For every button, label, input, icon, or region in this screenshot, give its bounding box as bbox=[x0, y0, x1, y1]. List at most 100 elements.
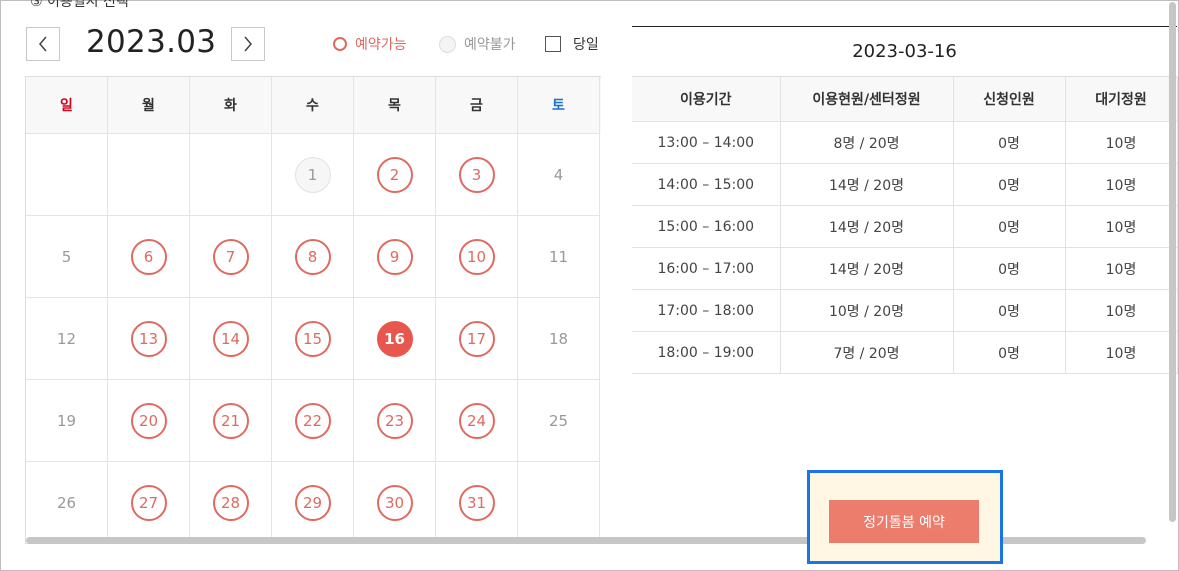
calendar-day[interactable]: 9 bbox=[376, 238, 413, 275]
calendar-day[interactable]: 10 bbox=[458, 238, 495, 275]
calendar-cell: 31 bbox=[436, 462, 518, 544]
weekday-sun: 일 bbox=[26, 77, 108, 134]
calendar-day[interactable]: 28 bbox=[212, 484, 249, 521]
calendar-day[interactable]: 15 bbox=[294, 320, 331, 357]
table-row: 17:00 – 18:00 10명 / 20명 0명 10명 bbox=[632, 289, 1178, 332]
calendar-day[interactable]: 21 bbox=[212, 402, 249, 439]
calendar-cell bbox=[518, 462, 600, 544]
cell-waitlist: 10명 bbox=[1064, 247, 1178, 290]
cell-applicants: 0명 bbox=[952, 247, 1066, 290]
calendar-day[interactable]: 8 bbox=[294, 238, 331, 275]
calendar-day[interactable]: 7 bbox=[212, 238, 249, 275]
schedule-panel: 2023-03-16 이용기간 이용현원/센터정원 신청인원 대기정원 13:0… bbox=[632, 26, 1178, 374]
calendar-cell: 16 bbox=[354, 298, 436, 380]
calendar-cell: 13 bbox=[108, 298, 190, 380]
calendar-day: 12 bbox=[56, 329, 77, 348]
legend-unavailable-label: 예약불가 bbox=[464, 37, 516, 53]
calendar-grid: 일 월 화 수 목 금 토 1 2 3 4 5 6 7 8 9 10 11 12 13 14 15 16 17 1… bbox=[25, 76, 601, 544]
today-square-icon bbox=[545, 36, 561, 52]
cell-occupancy: 8명 / 20명 bbox=[779, 121, 954, 164]
legend-available: 예약가능 bbox=[333, 34, 407, 54]
vertical-scrollbar[interactable] bbox=[1169, 2, 1176, 522]
calendar-day[interactable]: 31 bbox=[458, 484, 495, 521]
calendar-week: 12 13 14 15 16 17 18 bbox=[26, 298, 601, 380]
calendar-day[interactable]: 13 bbox=[130, 320, 167, 357]
calendar-day[interactable]: 6 bbox=[130, 238, 167, 275]
calendar-week: 19 20 21 22 23 24 25 bbox=[26, 380, 601, 462]
table-row: 15:00 – 16:00 14명 / 20명 0명 10명 bbox=[632, 205, 1178, 248]
calendar-day[interactable]: 20 bbox=[130, 402, 167, 439]
calendar-cell: 7 bbox=[190, 216, 272, 298]
legend-unavailable: 예약불가 bbox=[439, 34, 516, 54]
calendar-day: 11 bbox=[548, 247, 569, 266]
cell-occupancy: 14명 / 20명 bbox=[779, 205, 954, 248]
calendar-day[interactable]: 14 bbox=[212, 320, 249, 357]
calendar-cell: 11 bbox=[518, 216, 600, 298]
calendar-week: 26 27 28 29 30 31 bbox=[26, 462, 601, 544]
table-header-row: 이용기간 이용현원/센터정원 신청인원 대기정원 bbox=[632, 77, 1178, 122]
reserve-button[interactable]: 정기돌봄 예약 bbox=[829, 500, 979, 543]
calendar-day[interactable]: 24 bbox=[458, 402, 495, 439]
calendar-week: 5 6 7 8 9 10 11 bbox=[26, 216, 601, 298]
cell-occupancy: 7명 / 20명 bbox=[779, 331, 954, 374]
cell-occupancy: 14명 / 20명 bbox=[779, 247, 954, 290]
calendar-day[interactable]: 17 bbox=[458, 320, 495, 357]
calendar-day[interactable]: 29 bbox=[294, 484, 331, 521]
weekday-sat: 토 bbox=[518, 77, 600, 134]
calendar-cell: 15 bbox=[272, 298, 354, 380]
calendar-day[interactable]: 27 bbox=[130, 484, 167, 521]
calendar-cell: 26 bbox=[26, 462, 108, 544]
weekday-thu: 목 bbox=[354, 77, 436, 134]
cell-period: 14:00 – 15:00 bbox=[632, 163, 781, 206]
chevron-left-icon bbox=[39, 36, 47, 52]
calendar-day: 5 bbox=[61, 247, 72, 266]
available-circle-icon bbox=[333, 37, 347, 51]
calendar-cell bbox=[190, 134, 272, 216]
calendar-day: 18 bbox=[548, 329, 569, 348]
calendar-cell: 20 bbox=[108, 380, 190, 462]
calendar-cell: 29 bbox=[272, 462, 354, 544]
calendar-day[interactable]: 2 bbox=[376, 156, 413, 193]
calendar-cell: 21 bbox=[190, 380, 272, 462]
table-row: 14:00 – 15:00 14명 / 20명 0명 10명 bbox=[632, 163, 1178, 206]
schedule-rows: 13:00 – 14:00 8명 / 20명 0명 10명 14:00 – 15:00 1… bbox=[632, 121, 1178, 374]
calendar-cell: 3 bbox=[436, 134, 518, 216]
calendar-cell: 4 bbox=[518, 134, 600, 216]
weekday-tue: 화 bbox=[190, 77, 272, 134]
calendar-cell: 25 bbox=[518, 380, 600, 462]
chevron-right-icon bbox=[244, 36, 252, 52]
next-month-button[interactable] bbox=[231, 27, 265, 61]
calendar-cell: 8 bbox=[272, 216, 354, 298]
section-heading: ③ 이용일시 선택 bbox=[30, 0, 129, 10]
col-waitlist: 대기정원 bbox=[1064, 77, 1178, 122]
cell-period: 17:00 – 18:00 bbox=[632, 289, 781, 332]
prev-month-button[interactable] bbox=[26, 27, 60, 61]
cell-waitlist: 10명 bbox=[1064, 331, 1178, 374]
calendar-cell: 23 bbox=[354, 380, 436, 462]
calendar-day[interactable]: 3 bbox=[458, 156, 495, 193]
col-occupancy: 이용현원/센터정원 bbox=[779, 77, 954, 122]
cell-applicants: 0명 bbox=[952, 205, 1066, 248]
cell-period: 16:00 – 17:00 bbox=[632, 247, 781, 290]
selected-date: 2023-03-16 bbox=[632, 27, 1177, 77]
calendar-day: 4 bbox=[553, 165, 564, 184]
calendar-day: 25 bbox=[548, 411, 569, 430]
calendar-cell: 22 bbox=[272, 380, 354, 462]
calendar-day: 19 bbox=[56, 411, 77, 430]
cell-applicants: 0명 bbox=[952, 163, 1066, 206]
unavailable-circle-icon bbox=[439, 35, 456, 53]
cell-waitlist: 10명 bbox=[1064, 205, 1178, 248]
cell-period: 15:00 – 16:00 bbox=[632, 205, 781, 248]
calendar-day-selected[interactable]: 16 bbox=[376, 320, 413, 357]
cell-waitlist: 10명 bbox=[1064, 121, 1178, 164]
calendar-day[interactable]: 22 bbox=[294, 402, 331, 439]
cell-period: 13:00 – 14:00 bbox=[632, 121, 781, 164]
calendar-cell: 27 bbox=[108, 462, 190, 544]
table-row: 16:00 – 17:00 14명 / 20명 0명 10명 bbox=[632, 247, 1178, 290]
calendar-day[interactable]: 30 bbox=[376, 484, 413, 521]
col-applicants: 신청인원 bbox=[952, 77, 1066, 122]
calendar-cell: 5 bbox=[26, 216, 108, 298]
schedule-table: 이용기간 이용현원/센터정원 신청인원 대기정원 13:00 – 14:00 8명… bbox=[632, 77, 1178, 374]
cell-occupancy: 14명 / 20명 bbox=[779, 163, 954, 206]
calendar-day[interactable]: 23 bbox=[376, 402, 413, 439]
